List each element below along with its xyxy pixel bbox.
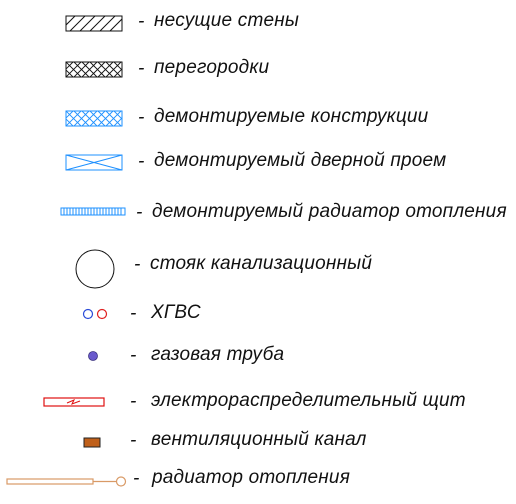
legend-row-electric-panel: - электрораспределительный щит — [0, 385, 516, 419]
label-dismantled-structures: демонтируемые конструкции — [154, 106, 429, 127]
legend-row-hot-cold-water: - ХГВС — [0, 297, 516, 331]
radiator-icon — [0, 462, 130, 496]
separator-dash: - — [133, 468, 140, 489]
label-partitions: перегородки — [154, 57, 270, 78]
label-gas-pipe: газовая труба — [151, 344, 285, 365]
label-ventilation-duct: вентиляционный канал — [151, 429, 367, 450]
partitions-crosshatch-icon — [0, 52, 130, 86]
separator-dash: - — [130, 391, 137, 412]
legend-row-dismantled-doorway: - демонтируемый дверной проем — [0, 145, 516, 179]
legend-row-walls: - несущие стены — [0, 5, 516, 39]
legend: - несущие стены - перегородки - демонтир… — [0, 0, 516, 504]
label-walls: несущие стены — [154, 10, 300, 31]
separator-dash: - — [130, 430, 137, 451]
dismantled-doorway-icon — [0, 145, 130, 179]
dismantled-structures-crosshatch-icon — [0, 101, 130, 135]
separator-dash: - — [138, 58, 145, 79]
separator-dash: - — [138, 151, 145, 172]
legend-row-sewer-riser: - стояк канализационный — [0, 248, 516, 289]
label-hot-cold-water: ХГВС — [151, 302, 201, 323]
separator-dash: - — [134, 254, 141, 275]
legend-row-dismantled-radiator: - демонтируемый радиатор отопления — [0, 196, 516, 230]
water-pipes-icon — [0, 297, 130, 331]
dismantled-radiator-icon — [0, 196, 130, 230]
legend-row-ventilation-duct: - вентиляционный канал — [0, 424, 516, 458]
legend-row-gas-pipe: - газовая труба — [0, 339, 516, 373]
electric-panel-icon — [0, 385, 130, 419]
legend-row-partitions: - перегородки — [0, 52, 516, 86]
legend-row-dismantled-structures: - демонтируемые конструкции — [0, 101, 516, 135]
separator-dash: - — [138, 11, 145, 32]
walls-hatch-icon — [0, 5, 130, 39]
gas-pipe-dot-icon — [0, 339, 130, 373]
label-dismantled-radiator: демонтируемый радиатор отопления — [152, 201, 507, 222]
ventilation-duct-icon — [0, 424, 130, 458]
separator-dash: - — [136, 202, 143, 223]
separator-dash: - — [138, 107, 145, 128]
separator-dash: - — [130, 303, 137, 324]
label-radiator: радиатор отопления — [152, 467, 351, 488]
label-sewer-riser: стояк канализационный — [150, 253, 373, 274]
separator-dash: - — [130, 345, 137, 366]
sewer-riser-circle-icon — [0, 248, 130, 289]
label-electric-panel: электрораспределительный щит — [151, 390, 466, 411]
label-dismantled-doorway: демонтируемый дверной проем — [154, 150, 447, 171]
legend-row-radiator: - радиатор отопления — [0, 462, 516, 496]
